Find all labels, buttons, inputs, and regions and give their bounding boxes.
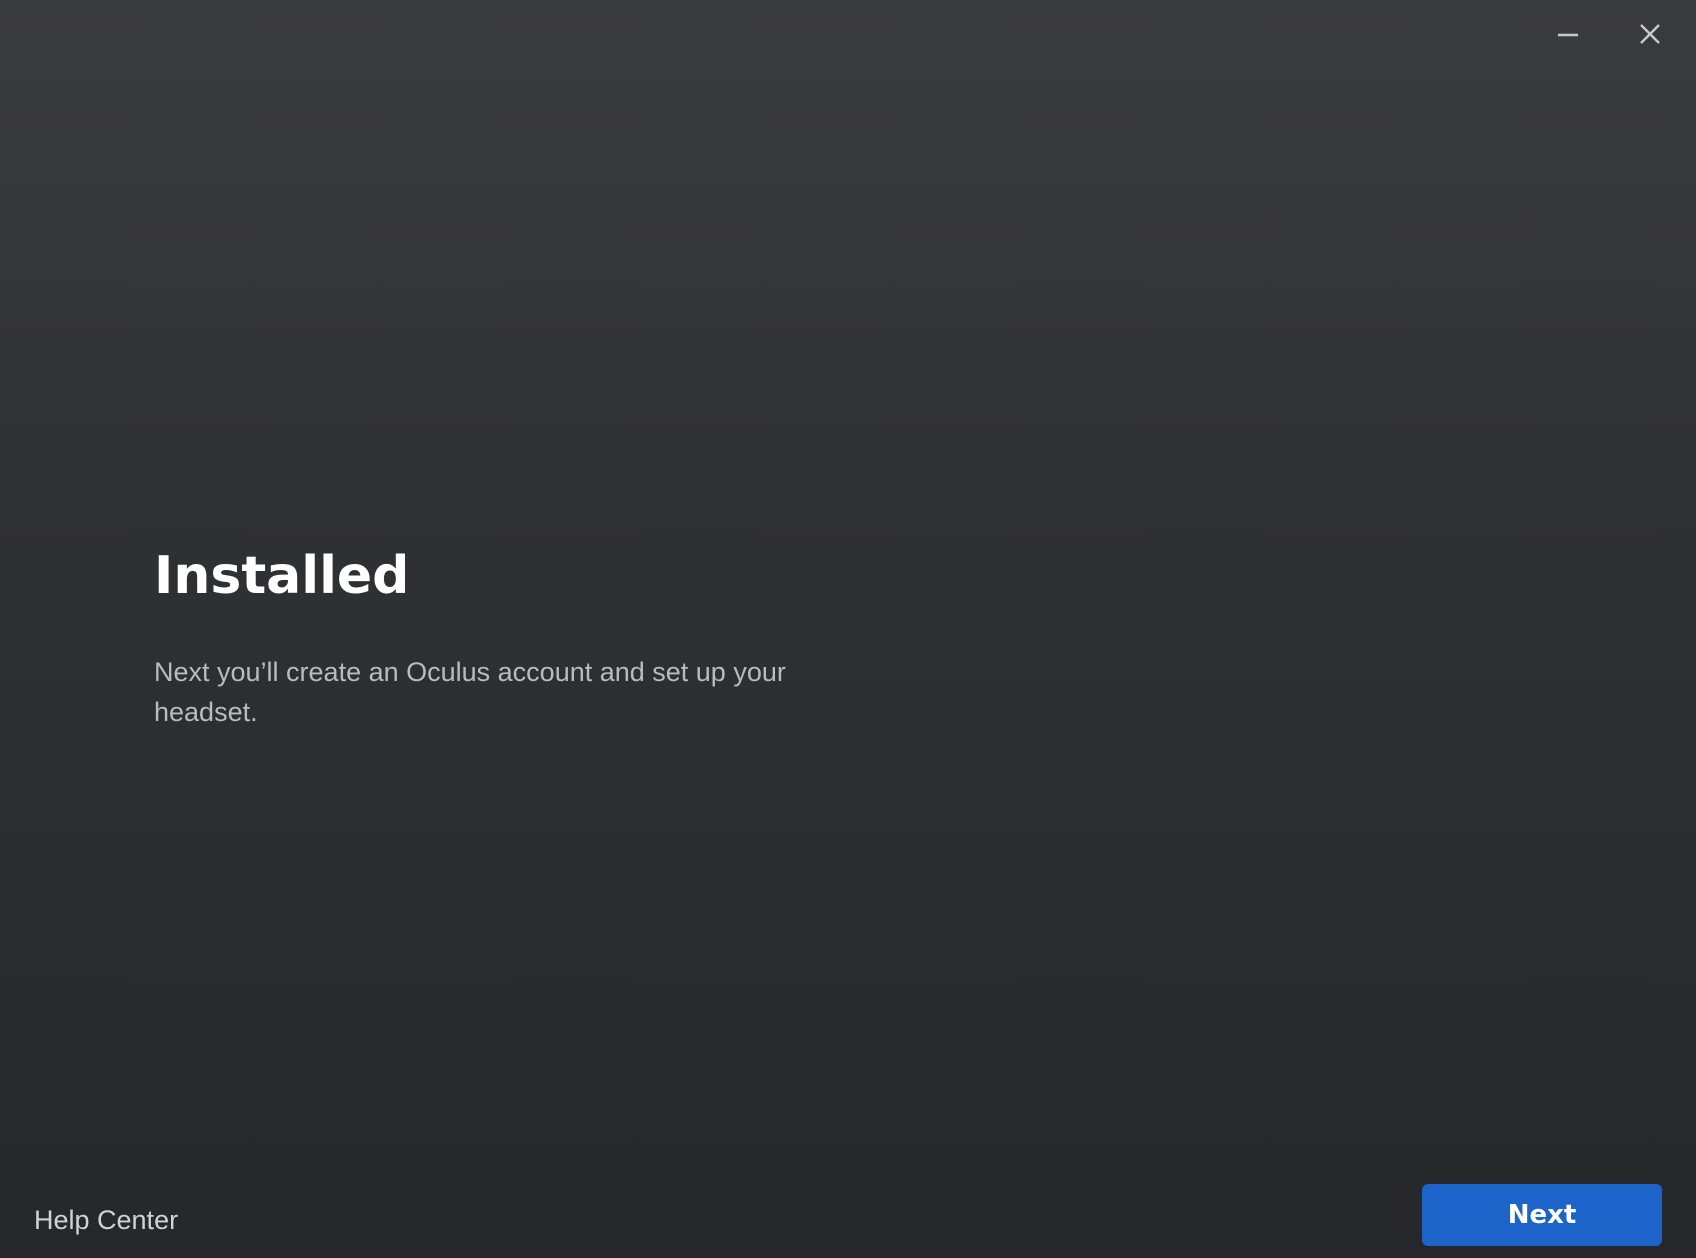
page-subtitle: Next you’ll create an Oculus account and…	[154, 657, 786, 727]
main-content: Installed Next you’ll create an Oculus a…	[154, 540, 854, 732]
minimize-icon	[1558, 33, 1578, 37]
window-controls	[1542, 14, 1676, 54]
footer: Help Center Next	[0, 1138, 1696, 1258]
help-center-link[interactable]: Help Center	[34, 1205, 178, 1236]
next-button[interactable]: Next	[1422, 1184, 1662, 1246]
page-title: Installed	[154, 546, 410, 606]
close-button[interactable]	[1624, 14, 1676, 54]
minimize-button[interactable]	[1542, 14, 1594, 54]
close-icon	[1640, 24, 1660, 44]
